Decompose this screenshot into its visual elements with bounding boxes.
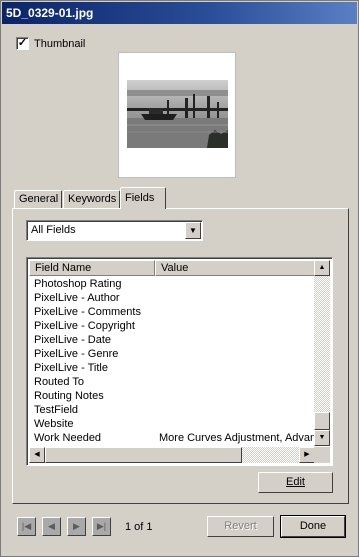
thumbnail-label: Thumbnail (34, 37, 86, 50)
table-row[interactable]: Routed To (29, 375, 315, 389)
chevron-down-icon[interactable]: ▼ (185, 222, 201, 239)
table-row[interactable]: TestField (29, 403, 315, 417)
edit-button[interactable]: Edit (258, 472, 333, 493)
tab-general[interactable]: General (14, 190, 62, 209)
table-row[interactable]: PixelLive - Author (29, 291, 315, 305)
field-value (155, 389, 315, 403)
scroll-left-icon[interactable]: ◀ (29, 447, 45, 463)
revert-button[interactable]: Revert (207, 516, 274, 537)
scrollbar-corner (314, 447, 330, 463)
field-name: PixelLive - Title (34, 362, 108, 374)
edit-button-label: Edit (286, 476, 305, 488)
field-value (155, 361, 315, 375)
table-rows: Photoshop Rating PixelLive - Author Pixe… (29, 277, 315, 445)
done-button-label: Done (299, 520, 327, 532)
scroll-down-icon[interactable]: ▼ (314, 430, 330, 446)
table-row[interactable]: PixelLive - Title (29, 361, 315, 375)
field-value: More Curves Adjustment, Advan (159, 432, 315, 444)
vertical-scrollbar[interactable]: ▲ ▼ (314, 260, 330, 446)
first-icon[interactable]: |◀ (17, 517, 36, 536)
table-row[interactable]: Photoshop Rating (29, 277, 315, 291)
field-value (155, 291, 315, 305)
thumbnail-frame (118, 52, 236, 178)
done-button[interactable]: Done (280, 515, 346, 538)
check-icon: ✓ (17, 37, 28, 49)
table-row[interactable]: Work Needed More Curves Adjustment, Advan (29, 431, 315, 445)
thumbnail-image (127, 80, 228, 148)
horizontal-scrollbar[interactable]: ◀ ▶ (29, 447, 315, 463)
field-name: Routing Notes (34, 390, 104, 402)
field-name: Website (34, 418, 74, 430)
column-header-field-name[interactable]: Field Name (29, 260, 155, 276)
table-row[interactable]: Website (29, 417, 315, 431)
fields-table[interactable]: Field Name Value Photoshop Rating PixelL… (26, 257, 333, 466)
tab-keywords[interactable]: Keywords (63, 190, 120, 209)
table-row[interactable]: PixelLive - Copyright (29, 319, 315, 333)
field-name: Photoshop Rating (34, 278, 122, 290)
vertical-scroll-thumb[interactable] (314, 412, 330, 430)
table-row[interactable]: PixelLive - Comments (29, 305, 315, 319)
field-value (155, 417, 315, 431)
field-name: PixelLive - Comments (34, 306, 141, 318)
revert-button-label: Revert (224, 520, 257, 532)
table-row[interactable]: PixelLive - Date (29, 333, 315, 347)
field-value (155, 319, 315, 333)
tab-fields[interactable]: Fields (120, 187, 166, 209)
window-title: 5D_0329-01.jpg (2, 2, 357, 24)
field-value (155, 333, 315, 347)
last-icon[interactable]: ▶| (92, 517, 111, 536)
fields-filter-value: All Fields (31, 224, 76, 236)
field-value (155, 375, 315, 389)
column-header-value[interactable]: Value (155, 260, 315, 276)
field-name: PixelLive - Author (34, 292, 120, 304)
field-value (155, 305, 315, 319)
field-value (155, 347, 315, 361)
thumbnail-toggle[interactable]: ✓ Thumbnail (16, 37, 85, 50)
properties-window: 5D_0329-01.jpg ✓ Thumbnail General Keywo… (0, 0, 359, 557)
table-row[interactable]: PixelLive - Genre (29, 347, 315, 361)
field-name: PixelLive - Date (34, 334, 112, 346)
table-row[interactable]: Routing Notes (29, 389, 315, 403)
field-value (155, 277, 315, 291)
field-name: PixelLive - Copyright (34, 320, 135, 332)
field-value (155, 403, 315, 417)
fields-filter-select[interactable]: All Fields ▼ (26, 220, 203, 241)
pager-text: 1 of 1 (125, 521, 153, 533)
table-header: Field Name Value (29, 260, 315, 276)
scroll-right-icon[interactable]: ▶ (299, 447, 315, 463)
field-name: TestField (34, 404, 79, 416)
field-name: Routed To (34, 376, 84, 388)
scroll-up-icon[interactable]: ▲ (314, 260, 330, 276)
field-name: Work Needed (34, 432, 102, 444)
next-icon[interactable]: ▶ (67, 517, 86, 536)
prev-icon[interactable]: ◀ (42, 517, 61, 536)
thumbnail-checkbox[interactable]: ✓ (16, 37, 29, 50)
horizontal-scroll-thumb[interactable] (45, 447, 242, 463)
field-name: PixelLive - Genre (34, 348, 119, 360)
